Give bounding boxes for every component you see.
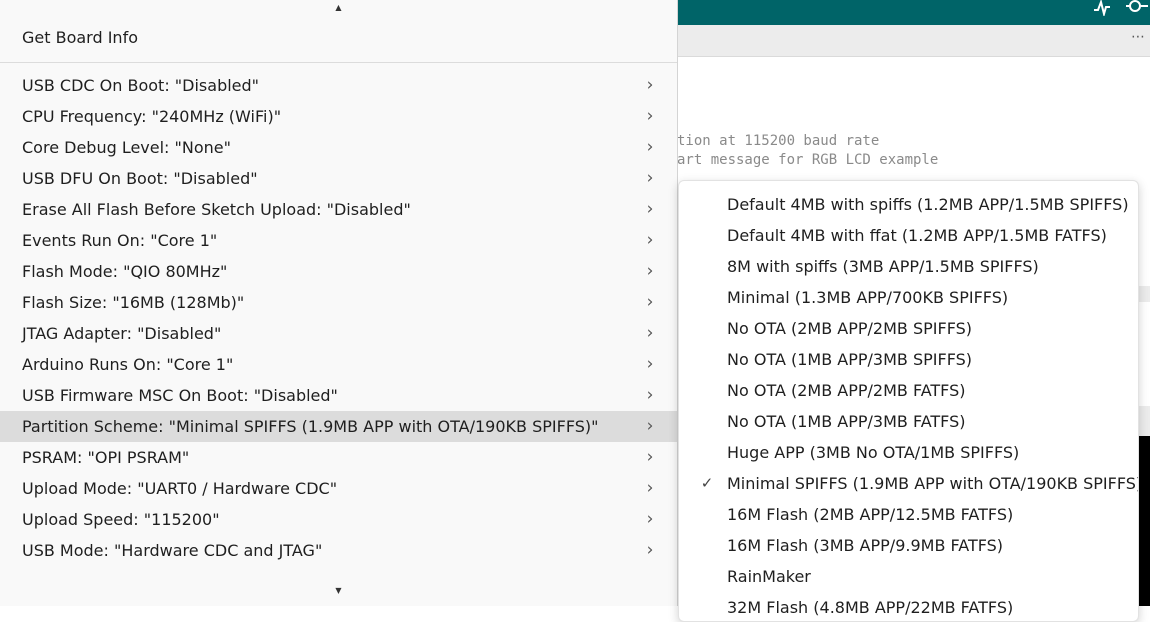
partition-option-label: Default 4MB with spiffs (1.2MB APP/1.5MB… (727, 195, 1129, 214)
menu-item-erase-all-flash[interactable]: Erase All Flash Before Sketch Upload: "D… (0, 194, 677, 225)
menu-item-label: USB DFU On Boot: "Disabled" (22, 169, 258, 188)
chevron-right-icon: › (646, 416, 654, 436)
chevron-right-icon: › (646, 509, 654, 529)
partition-option[interactable]: Minimal (1.3MB APP/700KB SPIFFS) (679, 282, 1138, 313)
menu-item-cpu-frequency[interactable]: CPU Frequency: "240MHz (WiFi)" › (0, 101, 677, 132)
partition-option[interactable]: 16M Flash (3MB APP/9.9MB FATFS) (679, 530, 1138, 561)
chevron-right-icon: › (646, 478, 654, 498)
partition-scheme-submenu: Default 4MB with spiffs (1.2MB APP/1.5MB… (678, 180, 1139, 622)
menu-item-label: Upload Speed: "115200" (22, 510, 220, 529)
menu-item-upload-mode[interactable]: Upload Mode: "UART0 / Hardware CDC" › (0, 473, 677, 504)
partition-option[interactable]: No OTA (2MB APP/2MB SPIFFS) (679, 313, 1138, 344)
menu-item-jtag-adapter[interactable]: JTAG Adapter: "Disabled" › (0, 318, 677, 349)
partition-option[interactable]: 16M Flash (2MB APP/12.5MB FATFS) (679, 499, 1138, 530)
partition-option[interactable]: RainMaker (679, 561, 1138, 592)
scroll-down-arrow-icon[interactable]: ▼ (0, 586, 677, 595)
partition-option-label: No OTA (1MB APP/3MB SPIFFS) (727, 350, 973, 369)
partition-option-label: 16M Flash (2MB APP/12.5MB FATFS) (727, 505, 1014, 524)
current-line-highlight (1138, 286, 1150, 302)
code-comment-line: tion at 115200 baud rate (677, 133, 880, 149)
menu-item-events-run-on[interactable]: Events Run On: "Core 1" › (0, 225, 677, 256)
scroll-up-arrow-icon[interactable]: ▲ (0, 3, 677, 12)
menu-item-core-debug-level[interactable]: Core Debug Level: "None" › (0, 132, 677, 163)
partition-option-label: 8M with spiffs (3MB APP/1.5MB SPIFFS) (727, 257, 1039, 276)
menu-item-usb-cdc-on-boot[interactable]: USB CDC On Boot: "Disabled" › (0, 70, 677, 101)
partition-option[interactable]: Huge APP (3MB No OTA/1MB SPIFFS) (679, 437, 1138, 468)
menu-item-label: Events Run On: "Core 1" (22, 231, 218, 250)
partition-option-label: No OTA (2MB APP/2MB FATFS) (727, 381, 966, 400)
partition-option-label: RainMaker (727, 567, 811, 586)
menu-item-psram[interactable]: PSRAM: "OPI PSRAM" › (0, 442, 677, 473)
chevron-right-icon: › (646, 292, 654, 312)
partition-option-label: Minimal (1.3MB APP/700KB SPIFFS) (727, 288, 1009, 307)
partition-option[interactable]: Default 4MB with ffat (1.2MB APP/1.5MB F… (679, 220, 1138, 251)
partition-option[interactable]: No OTA (1MB APP/3MB FATFS) (679, 406, 1138, 437)
menu-item-upload-speed[interactable]: Upload Speed: "115200" › (0, 504, 677, 535)
menu-item-label: USB CDC On Boot: "Disabled" (22, 76, 260, 95)
partition-option-label: 16M Flash (3MB APP/9.9MB FATFS) (727, 536, 1004, 555)
partition-option[interactable]: No OTA (1MB APP/3MB SPIFFS) (679, 344, 1138, 375)
chevron-right-icon: › (646, 447, 654, 467)
chevron-right-icon: › (646, 199, 654, 219)
menu-item-label: Flash Mode: "QIO 80MHz" (22, 262, 228, 281)
tools-menu: ▲ Get Board Info USB CDC On Boot: "Disab… (0, 0, 678, 606)
menu-item-label: Partition Scheme: "Minimal SPIFFS (1.9MB… (22, 417, 599, 436)
menu-item-flash-size[interactable]: Flash Size: "16MB (128Mb)" › (0, 287, 677, 318)
menu-item-label: CPU Frequency: "240MHz (WiFi)" (22, 107, 282, 126)
partition-option-label: No OTA (2MB APP/2MB SPIFFS) (727, 319, 973, 338)
menu-item-usb-mode[interactable]: USB Mode: "Hardware CDC and JTAG" › (0, 535, 677, 566)
menu-item-label: Upload Mode: "UART0 / Hardware CDC" (22, 479, 338, 498)
menu-item-partition-scheme[interactable]: Partition Scheme: "Minimal SPIFFS (1.9MB… (0, 411, 677, 442)
chevron-right-icon: › (646, 323, 654, 343)
partition-option-label: No OTA (1MB APP/3MB FATFS) (727, 412, 966, 431)
partition-option[interactable]: 32M Flash (4.8MB APP/22MB FATFS) (679, 592, 1138, 621)
menu-item-flash-mode[interactable]: Flash Mode: "QIO 80MHz" › (0, 256, 677, 287)
partition-option-label: Minimal SPIFFS (1.9MB APP with OTA/190KB… (727, 474, 1139, 493)
menu-item-label: USB Firmware MSC On Boot: "Disabled" (22, 386, 338, 405)
menu-item-arduino-runs-on[interactable]: Arduino Runs On: "Core 1" › (0, 349, 677, 380)
chevron-right-icon: › (646, 230, 654, 250)
chevron-right-icon: › (646, 261, 654, 281)
menu-item-label: PSRAM: "OPI PSRAM" (22, 448, 190, 467)
checkmark-icon: ✓ (700, 474, 714, 492)
partition-option[interactable]: No OTA (2MB APP/2MB FATFS) (679, 375, 1138, 406)
serial-monitor-icon[interactable] (1125, 0, 1149, 20)
menu-item-usb-firmware-msc[interactable]: USB Firmware MSC On Boot: "Disabled" › (0, 380, 677, 411)
menu-item-label: Core Debug Level: "None" (22, 138, 231, 157)
more-options-icon[interactable]: ⋯ (1131, 29, 1146, 45)
chevron-right-icon: › (646, 354, 654, 374)
menu-item-label: Flash Size: "16MB (128Mb)" (22, 293, 245, 312)
partition-option-label: 32M Flash (4.8MB APP/22MB FATFS) (727, 598, 1014, 617)
chevron-right-icon: › (646, 75, 654, 95)
chevron-right-icon: › (646, 137, 654, 157)
chevron-right-icon: › (646, 168, 654, 188)
partition-option[interactable]: 8M with spiffs (3MB APP/1.5MB SPIFFS) (679, 251, 1138, 282)
menu-item-label: Erase All Flash Before Sketch Upload: "D… (22, 200, 411, 219)
menu-item-label: JTAG Adapter: "Disabled" (22, 324, 222, 343)
chevron-right-icon: › (646, 106, 654, 126)
code-comment-line: art message for RGB LCD example (677, 152, 939, 168)
menu-item-label: USB Mode: "Hardware CDC and JTAG" (22, 541, 323, 560)
chevron-right-icon: › (646, 540, 654, 560)
partition-option-label: Default 4MB with ffat (1.2MB APP/1.5MB F… (727, 226, 1107, 245)
menu-item-get-board-info[interactable]: Get Board Info (0, 22, 677, 53)
menu-separator (0, 62, 677, 63)
serial-plotter-icon[interactable] (1093, 0, 1111, 20)
chevron-right-icon: › (646, 385, 654, 405)
partition-option[interactable]: Default 4MB with spiffs (1.2MB APP/1.5MB… (679, 189, 1138, 220)
menu-item-usb-dfu-on-boot[interactable]: USB DFU On Boot: "Disabled" › (0, 163, 677, 194)
partition-option-label: Huge APP (3MB No OTA/1MB SPIFFS) (727, 443, 1020, 462)
menu-item-label: Get Board Info (22, 28, 138, 47)
partition-option-selected[interactable]: ✓ Minimal SPIFFS (1.9MB APP with OTA/190… (679, 468, 1138, 499)
menu-item-label: Arduino Runs On: "Core 1" (22, 355, 234, 374)
